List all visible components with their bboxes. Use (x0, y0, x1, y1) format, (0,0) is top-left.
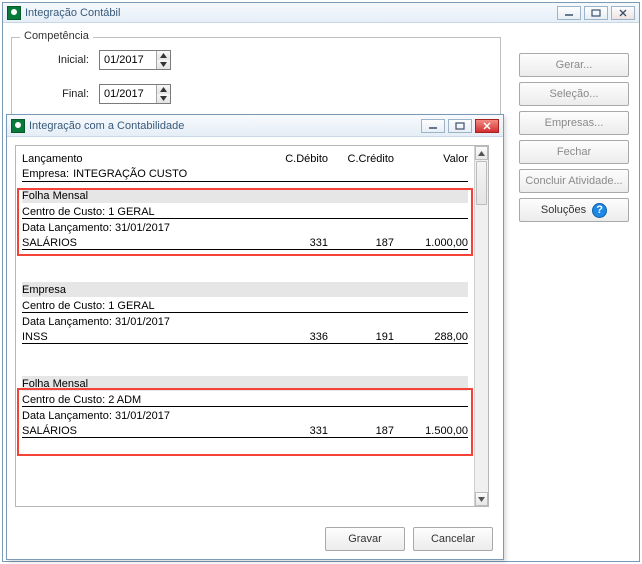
dialog-title: Integração com a Contabilidade (29, 120, 184, 132)
fechar-button[interactable]: Fechar (519, 140, 629, 164)
inicial-input[interactable] (100, 51, 156, 69)
group-empresa-label: Empresa (22, 284, 66, 296)
help-icon: ? (592, 203, 607, 218)
entry-deb: 331 (270, 425, 328, 437)
app-icon (7, 6, 21, 20)
group-centro: Centro de Custo: 2 ADM (22, 391, 468, 406)
entry-deb: 331 (270, 237, 328, 249)
final-label: Final: (34, 88, 89, 100)
group-centro-label: Centro de Custo: 1 GERAL (22, 300, 155, 312)
report-vscroll[interactable] (474, 146, 488, 506)
empresas-button[interactable]: Empresas... (519, 111, 629, 135)
empresa-line: Empresa: INTEGRAÇÃO CUSTO (22, 165, 468, 180)
entry-cred: 187 (328, 425, 394, 437)
dialog-close-button[interactable] (475, 119, 499, 133)
group-data-label: Data Lançamento: 31/01/2017 (22, 222, 170, 234)
entry-cred: 191 (328, 331, 394, 343)
entry-descr: SALÁRIOS (22, 425, 270, 437)
close-button[interactable] (611, 6, 635, 20)
group-centro: Centro de Custo: 1 GERAL (22, 203, 468, 218)
gerar-button[interactable]: Gerar... (519, 53, 629, 77)
group-data: Data Lançamento: 31/01/2017 (22, 313, 468, 328)
group-data: Data Lançamento: 31/01/2017 (22, 219, 468, 234)
gravar-button[interactable]: Gravar (325, 527, 405, 551)
col-val: Valor (394, 153, 468, 165)
scroll-up-icon[interactable] (475, 146, 488, 160)
final-input[interactable] (100, 85, 156, 103)
minimize-button[interactable] (557, 6, 581, 20)
inicial-up-icon[interactable] (157, 51, 170, 60)
dialog-minimize-button[interactable] (421, 119, 445, 133)
group-centro: Centro de Custo: 1 GERAL (22, 297, 468, 312)
entry-deb: 336 (270, 331, 328, 343)
group-data-label: Data Lançamento: 31/01/2017 (22, 410, 170, 422)
group-data: Data Lançamento: 31/01/2017 (22, 407, 468, 422)
maximize-button[interactable] (584, 6, 608, 20)
group-folha-label: Folha Mensal (22, 378, 88, 390)
scroll-down-icon[interactable] (475, 492, 488, 506)
right-buttons: Gerar... Seleção... Empresas... Fechar C… (519, 53, 629, 222)
empresa-label: Empresa: (22, 168, 69, 180)
inicial-arrows (156, 51, 170, 69)
inicial-label: Inicial: (34, 54, 89, 66)
contabilidade-dialog: Integração com a Contabilidade Lançament… (6, 114, 504, 560)
final-spin[interactable] (99, 84, 171, 104)
dialog-body: Lançamento C.Débito C.Crédito Valor Empr… (7, 137, 503, 559)
group-centro-label: Centro de Custo: 2 ADM (22, 394, 141, 406)
entry-row: SALÁRIOS 331 187 1.500,00 (22, 422, 468, 437)
group-folha-label: Folha Mensal (22, 190, 88, 202)
competencia-legend: Competência (20, 30, 93, 42)
dialog-maximize-button[interactable] (448, 119, 472, 133)
entry-val: 1.500,00 (394, 425, 468, 437)
entry-row: SALÁRIOS 331 187 1.000,00 (22, 234, 468, 249)
entry-val: 1.000,00 (394, 237, 468, 249)
columns-header: Lançamento C.Débito C.Crédito Valor (22, 150, 468, 165)
entry-row: INSS 336 191 288,00 (22, 328, 468, 343)
group-empresa: Empresa (22, 282, 468, 297)
group-centro-label: Centro de Custo: 1 GERAL (22, 206, 155, 218)
dialog-app-icon (11, 119, 25, 133)
final-arrows (156, 85, 170, 103)
concluir-button[interactable]: Concluir Atividade... (519, 169, 629, 193)
col-lanc: Lançamento (22, 153, 270, 165)
selecao-button[interactable]: Seleção... (519, 82, 629, 106)
main-title: Integração Contábil (25, 7, 120, 19)
group-data-label: Data Lançamento: 31/01/2017 (22, 316, 170, 328)
empresa-name: INTEGRAÇÃO CUSTO (73, 168, 187, 180)
entry-cred: 187 (328, 237, 394, 249)
col-cred: C.Crédito (328, 153, 394, 165)
final-down-icon[interactable] (157, 94, 170, 103)
cancelar-button[interactable]: Cancelar (413, 527, 493, 551)
dialog-titlebar: Integração com a Contabilidade (7, 115, 503, 137)
report-content: Lançamento C.Débito C.Crédito Valor Empr… (16, 146, 474, 506)
dialog-buttons: Gravar Cancelar (325, 527, 493, 551)
solucoes-label: Soluções (541, 204, 586, 216)
scroll-thumb[interactable] (476, 161, 487, 205)
col-deb: C.Débito (270, 153, 328, 165)
final-up-icon[interactable] (157, 85, 170, 94)
group-folha: Folha Mensal (22, 188, 468, 203)
inicial-spin[interactable] (99, 50, 171, 70)
entry-val: 288,00 (394, 331, 468, 343)
solucoes-button[interactable]: Soluções ? (519, 198, 629, 222)
inicial-down-icon[interactable] (157, 60, 170, 69)
group-folha: Folha Mensal (22, 376, 468, 391)
competencia-fieldset: Competência Inicial: Final: (11, 37, 501, 115)
entry-descr: SALÁRIOS (22, 237, 270, 249)
report-area: Lançamento C.Débito C.Crédito Valor Empr… (15, 145, 489, 507)
main-titlebar: Integração Contábil (3, 3, 639, 23)
entry-descr: INSS (22, 331, 270, 343)
